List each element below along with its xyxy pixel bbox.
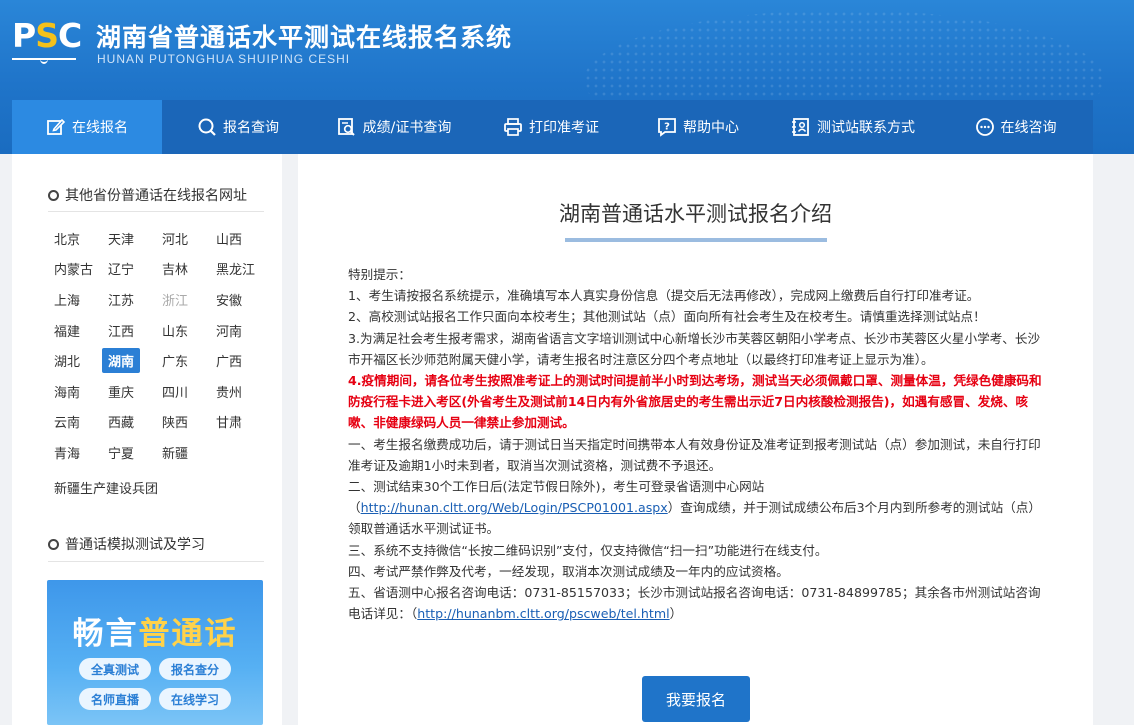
- book-icon: [12, 58, 76, 64]
- notice-item-4-covid: 4.疫情期间，请各位考生按照准考证上的测试时间提前半小时到达考场，测试当天必须佩…: [348, 373, 1042, 431]
- notice-rule-3: 三、系统不支持微信“长按二维码识别”支付，仅支持微信“扫一扫”功能进行在线支付。: [348, 542, 828, 558]
- province-link[interactable]: 宁夏: [102, 437, 156, 468]
- nav-station-contact[interactable]: 测试站联系方式: [768, 100, 938, 154]
- province-link[interactable]: 甘肃: [210, 407, 264, 438]
- nav-online-consult[interactable]: 在线咨询: [938, 100, 1093, 154]
- province-link[interactable]: 青海: [48, 437, 102, 468]
- site-header: PSC 湖南省普通话水平测试在线报名系统 HUNAN PUTONGHUA SHU…: [0, 0, 1134, 154]
- promo-pill-full-test[interactable]: 全真测试: [79, 658, 152, 680]
- province-link[interactable]: 四川: [156, 376, 210, 407]
- nav-print-ticket[interactable]: 打印准考证: [474, 100, 628, 154]
- province-link[interactable]: 天津: [102, 223, 156, 254]
- province-link[interactable]: 湖南: [102, 345, 156, 376]
- province-link[interactable]: 云南: [48, 407, 102, 438]
- nav-label: 打印准考证: [529, 120, 599, 136]
- site-title: 湖南省普通话水平测试在线报名系统: [96, 23, 513, 52]
- province-link[interactable]: 海南: [48, 376, 102, 407]
- province-link[interactable]: 浙江: [156, 284, 210, 315]
- title-underline: [565, 238, 827, 242]
- province-link[interactable]: 广西: [210, 345, 264, 376]
- notice-rule-1: 一、考生报名缴费成功后，请于测试日当天指定时间携带本人有效身份证及准考证到报考测…: [348, 436, 1041, 473]
- practice-section-title: 普通话模拟测试及学习: [48, 534, 205, 554]
- contact-phone-link[interactable]: http://hunanbm.cltt.org/pscweb/tel.html: [417, 606, 669, 621]
- notice-item-1: 1、考生请按报名系统提示，准确填写本人真实身份信息（提交后无法再修改），完成网上…: [348, 288, 980, 304]
- page-title: 湖南普通话水平测试报名介绍: [559, 202, 832, 226]
- provinces-section-title: 其他省份普通话在线报名网址: [48, 185, 247, 205]
- chat-icon: [975, 118, 994, 136]
- help-icon: ?: [658, 118, 676, 137]
- province-link[interactable]: 广东: [156, 345, 210, 376]
- nav-signup-query[interactable]: 报名查询: [162, 100, 314, 154]
- site-subtitle: HUNAN PUTONGHUA SHUIPING CESHI: [97, 52, 351, 66]
- nav-label: 报名查询: [223, 120, 279, 136]
- nav-online-signup[interactable]: 在线报名: [12, 100, 162, 154]
- province-link-xinjiang-corps[interactable]: 新疆生产建设兵团: [54, 478, 158, 497]
- province-link[interactable]: 重庆: [102, 376, 156, 407]
- province-link[interactable]: 西藏: [102, 407, 156, 438]
- signup-button[interactable]: 我要报名: [642, 676, 750, 722]
- main-nav: 在线报名 报名查询 成绩/证书查询 打印准考证 ? 帮助中心 测试站联系方式 在…: [12, 100, 1093, 154]
- circle-bullet-icon: [48, 538, 59, 550]
- province-link[interactable]: 上海: [48, 284, 102, 315]
- province-link[interactable]: 福建: [48, 315, 102, 346]
- notice-rule-2: 二、测试结束30个工作日后(法定节假日除外)，考生可登录省语测中心网站（http…: [348, 479, 1041, 537]
- psc-logo[interactable]: PSC: [12, 16, 82, 68]
- notice-text: 特别提示： 1、考生请按报名系统提示，准确填写本人真实身份信息（提交后无法再修改…: [348, 264, 1048, 624]
- province-link[interactable]: 北京: [48, 223, 102, 254]
- province-link[interactable]: 湖北: [48, 345, 102, 376]
- province-link[interactable]: 贵州: [210, 376, 264, 407]
- promo-pill-online-learning[interactable]: 在线学习: [159, 688, 232, 710]
- province-link[interactable]: 辽宁: [102, 254, 156, 285]
- changyan-promo-banner[interactable]: 畅言普通话 全真测试 报名查分 名师直播 在线学习: [47, 580, 263, 725]
- svg-text:?: ?: [664, 122, 670, 133]
- nav-label: 在线报名: [72, 120, 128, 136]
- province-link[interactable]: 内蒙古: [48, 254, 102, 285]
- main-content: 湖南普通话水平测试报名介绍 特别提示： 1、考生请按报名系统提示，准确填写本人真…: [298, 154, 1093, 725]
- edit-icon: [47, 118, 66, 135]
- nav-label: 在线咨询: [1000, 120, 1057, 136]
- province-link[interactable]: 山西: [210, 223, 264, 254]
- province-link[interactable]: 陕西: [156, 407, 210, 438]
- printer-icon: [504, 118, 522, 136]
- province-link[interactable]: 新疆: [156, 437, 210, 468]
- promo-pill-live-teacher[interactable]: 名师直播: [79, 688, 152, 710]
- province-link[interactable]: 江苏: [102, 284, 156, 315]
- notice-rule-5: 五、省语测中心报名咨询电话：0731-85157033；长沙市测试站报名咨询电话…: [348, 585, 1041, 622]
- promo-title: 畅言普通话: [72, 616, 238, 652]
- province-links: 北京 天津 河北 山西内蒙古 辽宁 吉林 黑龙江上海 江苏 浙江 安徽福建 江西 山东 河南湖北 湖南 广东…: [48, 223, 278, 468]
- nav-label: 成绩/证书查询: [362, 120, 452, 136]
- sidebar: 其他省份普通话在线报名网址 北京 天津 河北 山西内蒙古 辽宁 吉林 黑龙江上海 江苏 浙江 安徽…: [12, 154, 282, 725]
- score-query-link[interactable]: http://hunan.cltt.org/Web/Login/PSCP0100…: [361, 500, 668, 515]
- province-link[interactable]: 河北: [156, 223, 210, 254]
- notice-item-2: 2、高校测试站报名工作只面向本校考生；其他测试站（点）面向所有社会考生及在校考生…: [348, 309, 986, 325]
- nav-score-query[interactable]: 成绩/证书查询: [314, 100, 474, 154]
- notice-intro: 特别提示：: [348, 267, 411, 282]
- province-link[interactable]: 河南: [210, 315, 264, 346]
- province-link[interactable]: 黑龙江: [210, 254, 264, 285]
- document-search-icon: [337, 118, 355, 136]
- province-link[interactable]: 山东: [156, 315, 210, 346]
- province-link[interactable]: 江西: [102, 315, 156, 346]
- nav-label: 测试站联系方式: [817, 120, 915, 136]
- notice-rule-4: 四、考试严禁作弊及代考，一经发现，取消本次测试成绩及一年内的应试资格。: [348, 563, 789, 579]
- divider: [48, 561, 264, 562]
- promo-pill-score-check[interactable]: 报名查分: [159, 658, 232, 680]
- circle-bullet-icon: [48, 189, 59, 201]
- province-link[interactable]: 安徽: [210, 284, 264, 315]
- contact-card-icon: [792, 118, 809, 136]
- nav-label: 帮助中心: [683, 120, 739, 136]
- search-icon: [198, 118, 216, 136]
- divider: [48, 211, 264, 212]
- notice-item-3: 3.为满足社会考生报考需求，湖南省语言文字培训测试中心新增长沙市芙蓉区朝阳小学考…: [348, 330, 1041, 367]
- logo-text: PSC: [12, 16, 82, 55]
- nav-help-center[interactable]: ? 帮助中心: [628, 100, 768, 154]
- province-link[interactable]: 吉林: [156, 254, 210, 285]
